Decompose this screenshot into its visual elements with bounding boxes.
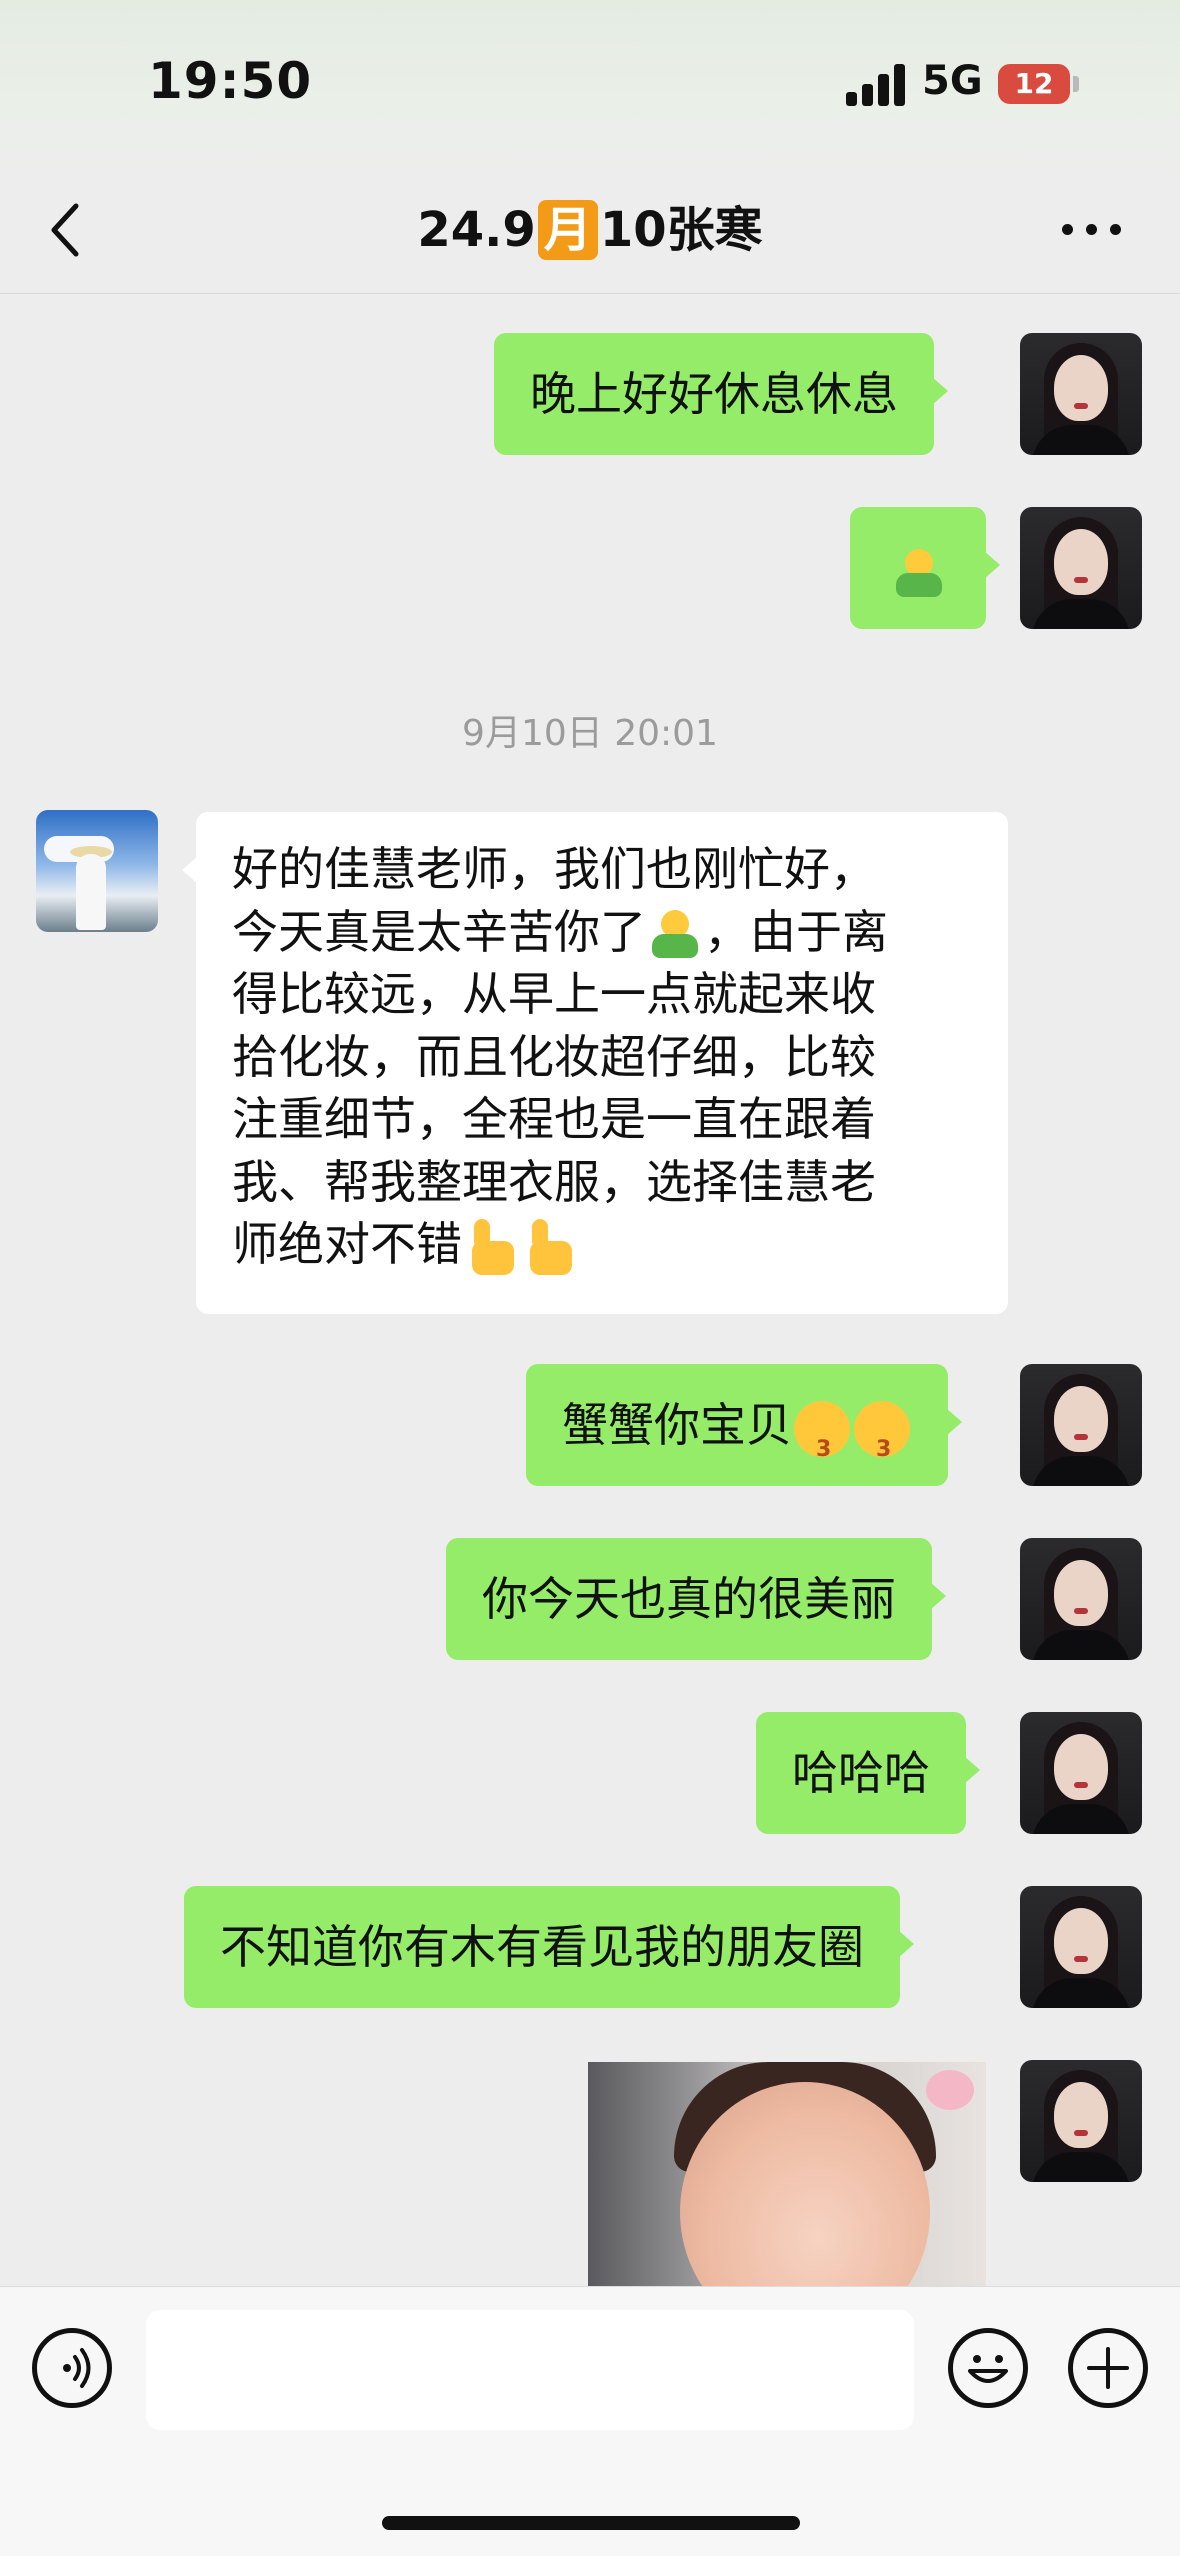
message-line: 拾化妆，而且化妆超仔细，比较: [232, 1029, 876, 1084]
network-label: 5G: [922, 58, 983, 104]
message-bubble-sent[interactable]: 不知道你有木有看见我的朋友圈: [184, 1886, 914, 2008]
title-month-badge: 月: [537, 200, 598, 260]
image-message[interactable]: [588, 2062, 986, 2288]
message-bubble-sent[interactable]: 晚上好好休息休息: [494, 333, 948, 455]
kiss-emoji-icon: [794, 1400, 850, 1481]
voice-icon[interactable]: [32, 2328, 112, 2408]
avatar[interactable]: [1020, 2060, 1142, 2182]
sticker-icon: [926, 2070, 974, 2110]
signal-icon: [846, 62, 908, 106]
hug-emoji-icon: [892, 547, 946, 601]
message-line: 师绝对不错: [232, 1213, 972, 1277]
message-line: 今天真是太辛苦你了 ，由于离: [232, 901, 972, 964]
emoji-icon[interactable]: [948, 2328, 1028, 2408]
message-bubble-received[interactable]: 好的佳慧老师，我们也刚忙好， 今天真是太辛苦你了 ，由于离 得比较远，从早上一点就…: [182, 812, 1008, 1314]
message-timestamp: 9月10日 20:01: [462, 713, 718, 754]
message-line: 我、帮我整理衣服，选择佳慧老: [232, 1154, 876, 1209]
contact-avatar[interactable]: [36, 810, 158, 932]
message-text: 你今天也真的很美丽: [482, 1572, 896, 1626]
message-bubble-sent[interactable]: 蟹蟹你宝贝: [526, 1364, 962, 1486]
plus-icon[interactable]: [1068, 2328, 1148, 2408]
thumbs-up-emoji-icon: [522, 1218, 576, 1277]
more-icon[interactable]: [1062, 222, 1122, 238]
message-text: 哈哈哈: [792, 1746, 930, 1800]
title-suffix: 10张寒: [599, 202, 763, 258]
status-bar: 19:50 5G 12: [0, 0, 1180, 170]
chat-header: 24.9 月 10张寒: [0, 170, 1180, 294]
thumbs-up-emoji-icon: [464, 1218, 518, 1277]
status-time: 19:50: [148, 52, 313, 110]
message-line: 得比较远，从早上一点就起来收: [232, 967, 876, 1021]
message-line: 好的佳慧老师，我们也刚忙好，: [232, 842, 876, 896]
title-prefix: 24.9: [417, 202, 536, 258]
avatar[interactable]: [1020, 1712, 1142, 1834]
message-text: 不知道你有木有看见我的朋友圈: [220, 1920, 864, 1974]
avatar[interactable]: [1020, 1886, 1142, 2008]
battery-tip: [1073, 76, 1079, 92]
kiss-emoji-icon: [854, 1400, 910, 1481]
message-bubble-sent[interactable]: [850, 507, 1000, 629]
battery-icon: 12: [998, 64, 1070, 104]
message-bubble-sent[interactable]: 哈哈哈: [756, 1712, 980, 1834]
home-indicator[interactable]: [382, 2516, 800, 2530]
chat-title: 24.9 月 10张寒: [0, 196, 1180, 264]
message-line: 注重细节，全程也是一直在跟着: [232, 1092, 876, 1146]
avatar[interactable]: [1020, 507, 1142, 629]
message-text: 蟹蟹你宝贝: [562, 1398, 792, 1452]
message-text: 晚上好好休息休息: [530, 367, 898, 421]
avatar[interactable]: [1020, 333, 1142, 455]
hug-emoji-icon: [648, 908, 702, 962]
message-input[interactable]: [146, 2310, 914, 2430]
avatar[interactable]: [1020, 1538, 1142, 1660]
avatar[interactable]: [1020, 1364, 1142, 1486]
message-bubble-sent[interactable]: 你今天也真的很美丽: [446, 1538, 946, 1660]
